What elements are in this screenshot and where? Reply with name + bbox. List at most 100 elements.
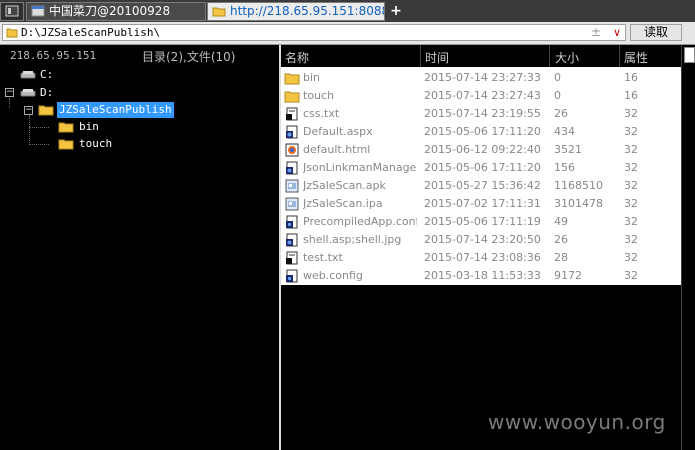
file-size: 3521: [554, 143, 582, 156]
file-time: 2015-07-14 23:27:33: [424, 71, 541, 84]
tab-label: http://218.65.95.151:8088/s...: [230, 4, 384, 18]
file-size: 1168510: [554, 179, 603, 192]
folder-icon: [58, 139, 74, 150]
tree-node-label: D:: [40, 86, 54, 99]
column-divider[interactable]: [420, 45, 421, 67]
file-row[interactable]: bin 2015-07-14 23:27:33 0 16: [281, 69, 681, 87]
column-header-name[interactable]: 名称: [285, 49, 309, 66]
file-attr: 32: [624, 215, 638, 228]
generic-file-icon: [284, 197, 300, 211]
file-attr: 32: [624, 179, 638, 192]
column-header-attr[interactable]: 属性: [624, 49, 648, 66]
folder-icon: [38, 105, 54, 116]
tree-node-label: C:: [40, 68, 54, 81]
file-size: 26: [554, 233, 568, 246]
file-row[interactable]: JsonLinkmanManage.... 2015-05-06 17:11:20…: [281, 159, 681, 177]
column-header-time[interactable]: 时间: [425, 49, 449, 66]
file-time: 2015-05-27 15:36:42: [424, 179, 541, 192]
tab-label: 中国菜刀@20100928: [49, 4, 171, 18]
window-icon: [31, 5, 45, 17]
file-time: 2015-05-06 17:11:20: [424, 125, 541, 138]
aspx-file-icon: [284, 125, 300, 139]
server-ip: 218.65.95.151: [10, 49, 97, 62]
chevron-down-icon[interactable]: ∨: [613, 25, 621, 40]
plus-minus-icon[interactable]: ±: [591, 25, 601, 40]
file-name: touch: [303, 89, 335, 102]
app-menu-button[interactable]: [0, 2, 24, 21]
aspx-file-icon: [284, 161, 300, 175]
file-time: 2015-03-18 11:53:33: [424, 269, 541, 282]
path-input[interactable]: D:\JZSaleScanPublish\ ± ∨: [2, 24, 626, 41]
app-window-icon: [5, 5, 19, 17]
file-list: bin 2015-07-14 23:27:33 0 16 touch 2015-07-14…: [281, 67, 681, 450]
file-row[interactable]: default.html 2015-06-12 09:22:40 3521 32: [281, 141, 681, 159]
tree-line: [29, 127, 49, 128]
file-attr: 32: [624, 143, 638, 156]
column-divider[interactable]: [619, 45, 620, 67]
file-name: bin: [303, 71, 321, 84]
tree-node-label: JZSaleScanPublish: [57, 102, 174, 118]
file-name: JsonLinkmanManage....: [303, 161, 417, 174]
file-time: 2015-06-12 09:22:40: [424, 143, 541, 156]
file-attr: 32: [624, 125, 638, 138]
file-row[interactable]: JzSaleScan.apk 2015-05-27 15:36:42 1168510…: [281, 177, 681, 195]
new-tab-button[interactable]: +: [389, 3, 403, 19]
file-row[interactable]: web.config 2015-03-18 11:53:33 9172 32: [281, 267, 681, 285]
column-divider[interactable]: [549, 45, 550, 67]
folder-icon: [6, 28, 18, 38]
file-row[interactable]: touch 2015-07-14 23:27:43 0 16: [281, 87, 681, 105]
file-attr: 32: [624, 107, 638, 120]
drive-icon: [20, 89, 36, 97]
file-list-header: 名称 时间 大小 属性: [281, 45, 695, 68]
watermark: www.wooyun.org: [488, 410, 666, 434]
file-time: 2015-07-14 23:08:36: [424, 251, 541, 264]
tree-expander[interactable]: −: [5, 88, 14, 97]
file-row[interactable]: JzSaleScan.ipa 2015-07-02 17:11:31 3101478…: [281, 195, 681, 213]
txt-file-icon: [284, 251, 300, 265]
scrollbar-thumb[interactable]: [684, 47, 695, 63]
file-name: PrecompiledApp.config: [303, 215, 417, 228]
file-name: css.txt: [303, 107, 340, 120]
file-row[interactable]: Default.aspx 2015-05-06 17:11:20 434 32: [281, 123, 681, 141]
file-attr: 32: [624, 197, 638, 210]
tree-line: [29, 144, 49, 145]
item-counts: 目录(2),文件(10): [142, 50, 236, 64]
tree-node-label: touch: [79, 137, 113, 150]
file-time: 2015-05-06 17:11:19: [424, 215, 541, 228]
folder-icon: [212, 7, 226, 17]
file-name: Default.aspx: [303, 125, 373, 138]
file-name: shell.asp;shell.jpg: [303, 233, 402, 246]
file-name: JzSaleScan.ipa: [303, 197, 383, 210]
file-row[interactable]: shell.asp;shell.jpg 2015-07-14 23:20:50 26…: [281, 231, 681, 249]
asp-file-icon: [284, 233, 300, 247]
file-size: 0: [554, 89, 561, 102]
tab-caidao[interactable]: 中国菜刀@20100928: [26, 2, 206, 21]
folder-icon: [284, 89, 300, 103]
address-bar: D:\JZSaleScanPublish\ ± ∨ 读取: [0, 22, 695, 45]
tree-line: [9, 98, 10, 108]
file-name: default.html: [303, 143, 371, 156]
file-row[interactable]: css.txt 2015-07-14 23:19:55 26 32: [281, 105, 681, 123]
tree-expander[interactable]: −: [24, 106, 33, 115]
read-button[interactable]: 读取: [630, 24, 682, 41]
tree-line: [29, 115, 30, 145]
file-time: 2015-07-14 23:20:50: [424, 233, 541, 246]
file-row[interactable]: PrecompiledApp.config 2015-05-06 17:11:19…: [281, 213, 681, 231]
tab-url[interactable]: http://218.65.95.151:8088/s...: [207, 2, 385, 21]
column-header-size[interactable]: 大小: [555, 49, 579, 66]
file-attr: 16: [624, 89, 638, 102]
file-attr: 32: [624, 269, 638, 282]
file-size: 9172: [554, 269, 582, 282]
tab-bar: 中国菜刀@20100928 http://218.65.95.151:8088/…: [0, 0, 695, 22]
file-size: 156: [554, 161, 575, 174]
vertical-scrollbar[interactable]: [681, 45, 695, 450]
file-attr: 16: [624, 71, 638, 84]
directory-tree: C: − D: − JZSaleScanPublish bin touch: [0, 67, 279, 450]
file-size: 3101478: [554, 197, 603, 210]
file-size: 0: [554, 71, 561, 84]
info-row: 218.65.95.151 目录(2),文件(10): [0, 45, 280, 67]
html-file-icon: [284, 143, 300, 157]
file-row[interactable]: test.txt 2015-07-14 23:08:36 28 32: [281, 249, 681, 267]
file-name: web.config: [303, 269, 363, 282]
file-attr: 32: [624, 233, 638, 246]
